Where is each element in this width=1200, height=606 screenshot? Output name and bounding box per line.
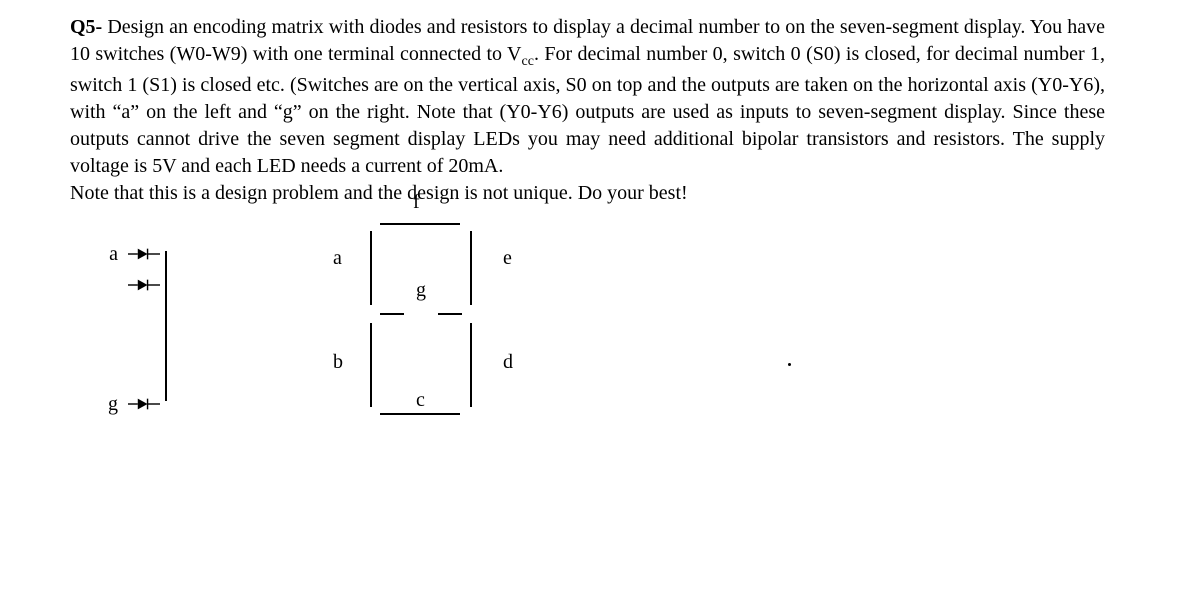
segment-g-label: g (416, 279, 426, 302)
diode-g-row: g (98, 393, 160, 416)
question-text: Q5- Design an encoding matrix with diode… (70, 14, 1105, 207)
decimal-point-icon (788, 363, 791, 366)
segment-b-label: b (333, 351, 343, 374)
vcc-sub: cc (522, 54, 534, 69)
seven-segment-diagram: f a e g b d c (278, 213, 578, 443)
question-note: Note that this is a design problem and t… (70, 182, 688, 204)
diode-g-label: g (98, 393, 118, 416)
segment-top-left (370, 231, 372, 305)
segment-middle-left (380, 313, 404, 315)
diode-unlabelled-row (98, 277, 160, 293)
segment-bottom-right (470, 323, 472, 407)
diode-column: a g (98, 243, 208, 453)
figure-area: a g (98, 213, 1105, 453)
segment-middle-right (438, 313, 462, 315)
question-number: Q5- (70, 16, 102, 38)
segment-f-label: f (413, 191, 420, 214)
segment-bottom (380, 413, 460, 415)
segment-top-right (470, 231, 472, 305)
diode-a-row: a (98, 243, 160, 266)
diode-icon (128, 396, 160, 412)
diode-a-label: a (98, 243, 118, 266)
segment-top (380, 223, 460, 225)
segment-bottom-left (370, 323, 372, 407)
diode-icon (128, 246, 160, 262)
segment-c-label: c (416, 389, 425, 412)
wire-icon (165, 251, 167, 401)
diode-icon (128, 277, 160, 293)
segment-e-label: e (503, 247, 512, 270)
segment-a-label: a (333, 247, 342, 270)
decimal-point-area (578, 213, 838, 413)
segment-d-label: d (503, 351, 513, 374)
